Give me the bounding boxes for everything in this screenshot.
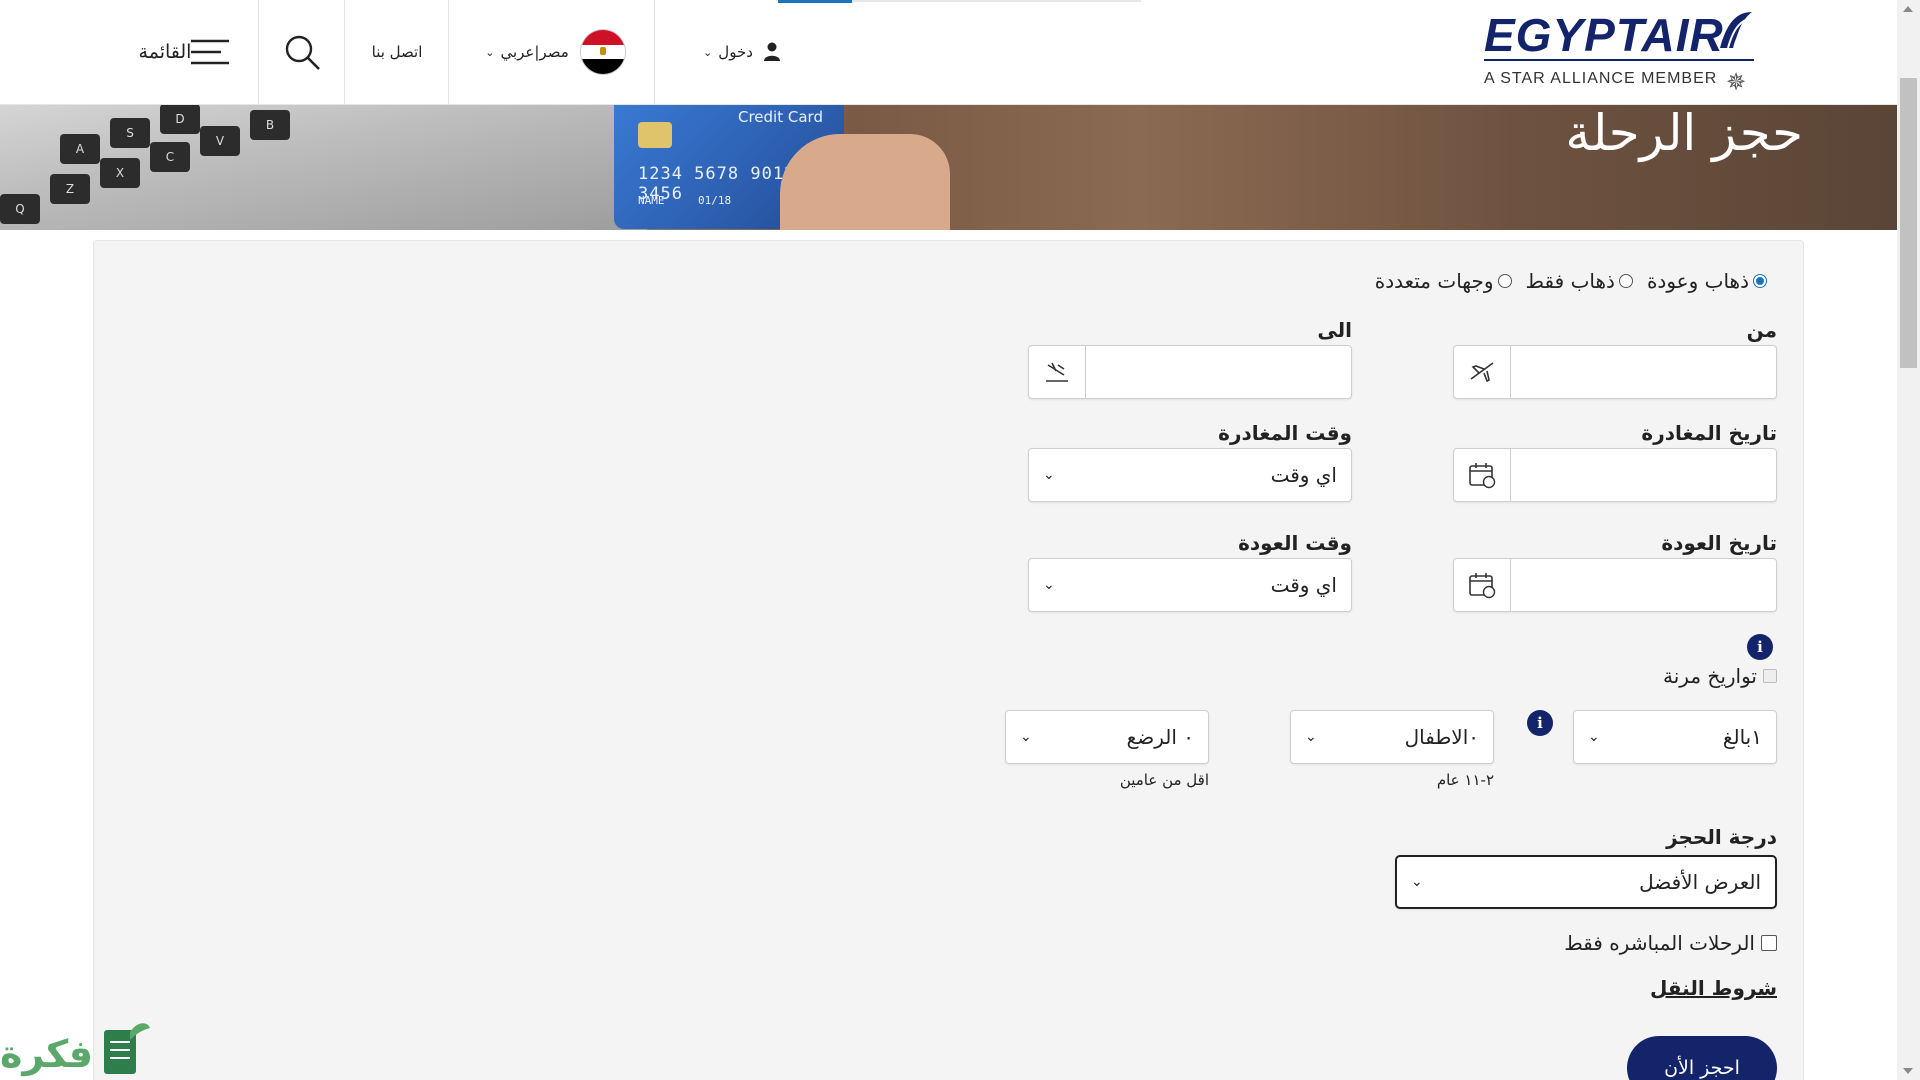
chevron-down-icon: ⌄	[1588, 729, 1600, 745]
return-time-value: اي وقت	[1270, 573, 1337, 597]
login-label: دخول	[718, 43, 753, 61]
infants-select[interactable]: ٠ الرضع ⌄	[1005, 710, 1209, 764]
return-date-input[interactable]	[1453, 558, 1777, 612]
radio-button[interactable]	[1618, 274, 1633, 288]
adults-select[interactable]: ١بالغ ⌄	[1573, 710, 1777, 764]
direct-flights-label: الرحلات المباشره فقط	[1564, 931, 1755, 955]
children-select[interactable]: ٠الاطفال ⌄	[1290, 710, 1494, 764]
menu-label: القائمة	[138, 41, 192, 63]
flexible-dates-label: تواريخ مرنة	[1663, 664, 1757, 688]
star-alliance-icon: ✵	[1726, 68, 1747, 96]
landing-icon	[1029, 346, 1086, 398]
cabin-class-value: العرض الأفضل	[1639, 870, 1761, 894]
trip-type-round-trip[interactable]: ذهاب وعودة	[1647, 269, 1767, 293]
takeoff-icon	[1454, 346, 1511, 398]
hero-banner: A S D Z X C V B Q Credit Card 1234 5678 …	[0, 104, 1897, 230]
search-icon	[285, 35, 320, 70]
chevron-down-icon: ⌄	[703, 45, 713, 59]
egypt-flag-icon	[580, 30, 625, 74]
trip-type-multi-city[interactable]: وجهات متعددة	[1375, 269, 1512, 293]
book-leaf-icon	[104, 1023, 150, 1074]
calendar-icon	[1454, 449, 1511, 501]
scroll-down-arrow-icon[interactable]	[1903, 1068, 1913, 1074]
chevron-down-icon: ⌄	[1043, 577, 1055, 593]
departure-time-label: وقت المغادرة	[1218, 421, 1352, 445]
flexible-dates-checkbox[interactable]	[1763, 669, 1777, 683]
login-button[interactable]: ⌄ دخول	[654, 0, 823, 104]
logo-wordmark: EGYPTAIR	[1484, 9, 1724, 61]
contact-us-link[interactable]: اتصل بنا	[344, 0, 449, 104]
logo-rule	[1484, 59, 1754, 61]
cabin-class-label: درجة الحجز	[1666, 825, 1777, 849]
return-time-select[interactable]: اي وقت ⌄	[1028, 558, 1352, 612]
trip-type-one-way[interactable]: ذهاب فقط	[1526, 269, 1633, 293]
card-name: NAME	[638, 194, 665, 207]
radio-button[interactable]	[1497, 274, 1512, 288]
scrollbar-thumb[interactable]	[1900, 78, 1917, 368]
search-button[interactable]	[258, 0, 345, 104]
infants-age-hint: اقل من عامين	[1119, 771, 1209, 789]
infants-value: ٠ الرضع	[1126, 725, 1194, 749]
watermark-text: فكرة	[0, 1032, 94, 1076]
book-now-button[interactable]: احجز الأن	[1627, 1036, 1777, 1080]
to-label: الى	[1317, 318, 1352, 342]
star-alliance-text: A STAR ALLIANCE MEMBER	[1484, 70, 1718, 87]
children-age-hint: ٢-١١ عام	[1436, 771, 1494, 789]
departure-date-label: تاريخ المغادرة	[1641, 421, 1777, 445]
return-time-label: وقت العودة	[1238, 531, 1352, 555]
radio-button[interactable]	[1753, 274, 1767, 288]
card-chip-icon	[638, 122, 672, 148]
calendar-icon	[1454, 559, 1511, 611]
page-title: حجز الرحلة	[1565, 104, 1803, 162]
keyboard-image: A S D Z X C V B Q	[0, 104, 540, 224]
to-input[interactable]	[1028, 345, 1352, 399]
header-divider-line	[852, 0, 1141, 2]
info-icon[interactable]: i	[1747, 634, 1773, 660]
vertical-scrollbar[interactable]	[1897, 0, 1920, 1080]
language-selector[interactable]: ⌄ مصر|عربي	[448, 0, 655, 104]
cabin-class-select[interactable]: العرض الأفضل ⌄	[1395, 855, 1777, 909]
language-label: مصر|عربي	[500, 43, 569, 61]
chevron-down-icon: ⌄	[1020, 729, 1032, 745]
return-date-label: تاريخ العودة	[1661, 531, 1777, 555]
menu-button[interactable]: القائمة	[96, 0, 258, 104]
chevron-down-icon: ⌄	[485, 45, 495, 59]
user-icon	[763, 42, 780, 61]
departure-time-select[interactable]: اي وقت ⌄	[1028, 448, 1352, 502]
flexible-dates-option[interactable]: تواريخ مرنة	[1663, 664, 1777, 688]
departure-time-value: اي وقت	[1270, 463, 1337, 487]
booking-form-panel: ذهاب وعودة ذهاب فقط وجهات متعددة من الى	[93, 240, 1804, 1080]
horus-icon	[1720, 12, 1753, 49]
hand-image	[780, 134, 950, 230]
contact-label: اتصل بنا	[371, 43, 423, 61]
chevron-down-icon: ⌄	[1411, 874, 1423, 890]
departure-date-input[interactable]	[1453, 448, 1777, 502]
card-label: Credit Card	[738, 108, 823, 126]
trip-type-group: ذهاب وعودة ذهاب فقط وجهات متعددة	[1375, 269, 1767, 293]
direct-flights-checkbox[interactable]	[1761, 935, 1777, 951]
conditions-of-carriage-link[interactable]: شروط النقل	[1650, 976, 1777, 1000]
chevron-down-icon: ⌄	[1305, 729, 1317, 745]
fikra-watermark-logo: فكرة	[0, 1012, 160, 1080]
card-expiry: 01/18	[698, 194, 732, 207]
adults-value: ١بالغ	[1722, 725, 1762, 749]
site-header: EGYPTAIR A STAR ALLIANCE MEMBER ✵ ⌄ دخول…	[0, 0, 1897, 105]
chevron-down-icon: ⌄	[1043, 467, 1055, 483]
from-input[interactable]	[1453, 345, 1777, 399]
from-label: من	[1746, 318, 1777, 342]
page-viewport: EGYPTAIR A STAR ALLIANCE MEMBER ✵ ⌄ دخول…	[0, 0, 1897, 1080]
scroll-up-arrow-icon[interactable]	[1903, 6, 1913, 12]
egyptair-logo[interactable]: EGYPTAIR A STAR ALLIANCE MEMBER ✵	[1484, 8, 1754, 98]
children-value: ٠الاطفال	[1404, 725, 1479, 749]
direct-flights-option[interactable]: الرحلات المباشره فقط	[1564, 931, 1777, 955]
info-icon[interactable]: i	[1527, 710, 1553, 736]
hamburger-icon	[191, 39, 230, 65]
